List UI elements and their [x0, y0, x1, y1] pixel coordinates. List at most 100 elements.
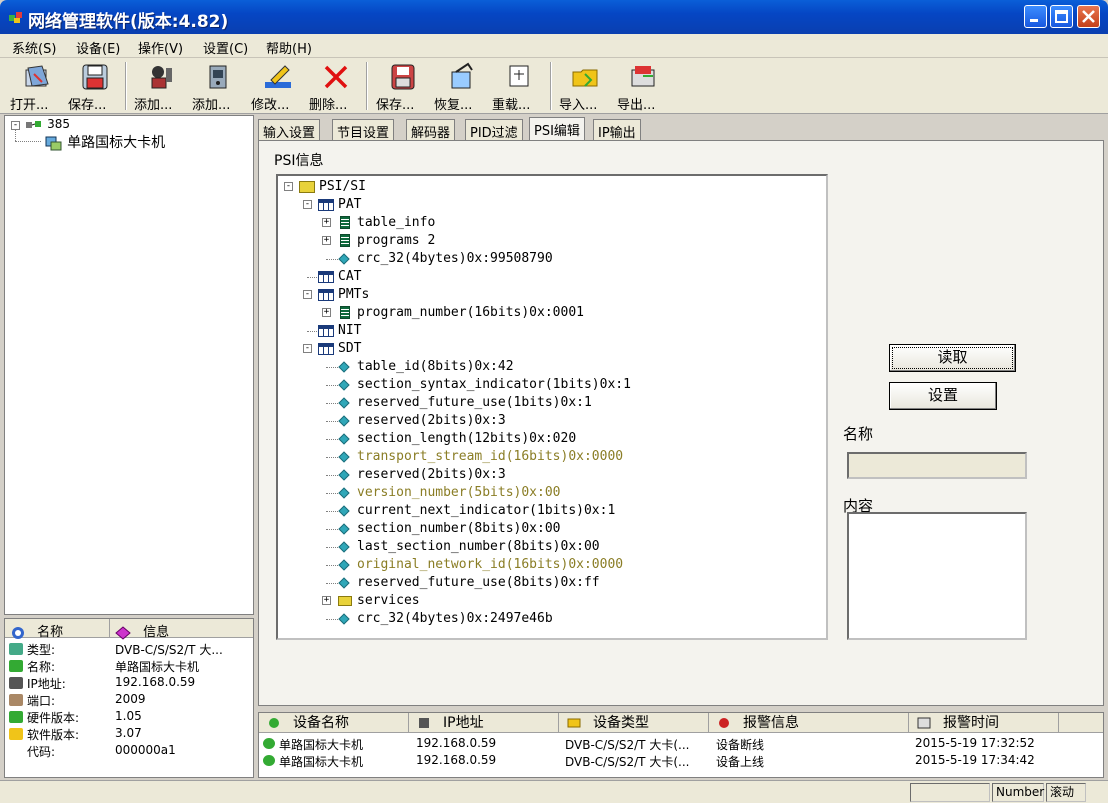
table-icon — [318, 325, 334, 337]
psi-node[interactable]: + programs 2 — [278, 232, 818, 250]
psi-node[interactable]: CAT — [278, 268, 818, 286]
psi-node[interactable]: NIT — [278, 322, 818, 340]
psi-node[interactable]: crc_32(4bytes)0x:2497e46b — [278, 610, 818, 628]
info-key: 软件版本: — [27, 728, 80, 742]
psi-node[interactable]: section_length(12bits)0x:020 — [278, 430, 818, 448]
add-group-button[interactable]: 添加... — [132, 60, 190, 113]
expand-toggle[interactable]: + — [322, 236, 331, 245]
read-button[interactable]: 读取 — [889, 344, 1016, 372]
psi-node[interactable]: current_next_indicator(1bits)0x:1 — [278, 502, 818, 520]
alarm-list[interactable]: 设备名称 IP地址 设备类型 报警信息 报警时间 单路国标大卡机 192.168.… — [258, 712, 1104, 778]
psi-node[interactable]: crc_32(4bytes)0x:99508790 — [278, 250, 818, 268]
psi-node[interactable]: - SDT — [278, 340, 818, 358]
maximize-button[interactable] — [1050, 5, 1073, 28]
psi-node[interactable]: transport_stream_id(16bits)0x:0000 — [278, 448, 818, 466]
open-button[interactable]: 打开... — [8, 60, 66, 113]
psi-node[interactable]: + program_number(16bits)0x:0001 — [278, 304, 818, 322]
psi-node[interactable]: original_network_id(16bits)0x:0000 — [278, 556, 818, 574]
menu-device[interactable]: 设备(E) — [76, 38, 120, 57]
tab-input-settings[interactable]: 输入设置 — [258, 119, 321, 141]
col-device-name[interactable]: 设备名称 — [259, 713, 409, 733]
title-bar[interactable]: 网络管理软件(版本:4.82) — [0, 0, 1108, 34]
alarm-row[interactable]: 单路国标大卡机 192.168.0.59 DVB-C/S/S2/T 大卡(... 设备… — [259, 735, 1103, 752]
folder-icon — [338, 596, 352, 606]
psi-node[interactable]: reserved(2bits)0x:3 — [278, 466, 818, 484]
save-disk-icon — [82, 64, 108, 90]
edit-pencil-icon — [265, 65, 291, 88]
network-icon — [26, 120, 41, 128]
tree-item-device[interactable]: 单路国标大卡机 — [45, 132, 165, 152]
psi-node[interactable]: - PAT — [278, 196, 818, 214]
psi-node[interactable]: section_syntax_indicator(1bits)0x:1 — [278, 376, 818, 394]
table-icon — [318, 199, 334, 211]
info-row: IP地址: 192.168.0.59 — [7, 675, 253, 692]
alarm-cell: 192.168.0.59 — [416, 753, 497, 767]
save-config-button[interactable]: 保存... — [374, 60, 432, 113]
psi-node-label: PMTs — [338, 287, 370, 302]
psi-node[interactable]: last_section_number(8bits)0x:00 — [278, 538, 818, 556]
col-device-type[interactable]: 设备类型 — [559, 713, 709, 733]
col-alarm-info[interactable]: 报警信息 — [709, 713, 909, 733]
expand-toggle[interactable]: + — [322, 596, 331, 605]
name-field[interactable] — [847, 452, 1027, 479]
device-tree[interactable]: - 385 单路国标大卡机 — [4, 115, 254, 615]
psi-node[interactable]: version_number(5bits)0x:00 — [278, 484, 818, 502]
psi-node[interactable]: + services — [278, 592, 818, 610]
tree-root[interactable]: 385 — [25, 117, 70, 132]
tab-program-settings[interactable]: 节目设置 — [332, 119, 395, 141]
add-device-button[interactable]: 添加... — [190, 60, 248, 113]
tree-line — [326, 385, 338, 386]
tab-ip-output[interactable]: IP输出 — [593, 119, 641, 141]
collapse-toggle[interactable]: - — [303, 290, 312, 299]
info-value: 2009 — [115, 692, 146, 706]
expand-toggle[interactable]: + — [322, 308, 331, 317]
collapse-toggle[interactable]: - — [303, 200, 312, 209]
restore-button[interactable]: 恢复... — [432, 60, 490, 113]
content-textarea[interactable] — [847, 512, 1027, 640]
tab-pid-filter[interactable]: PID过滤 — [465, 119, 523, 141]
tab-psi-edit[interactable]: PSI编辑 — [529, 117, 585, 141]
collapse-toggle[interactable]: - — [284, 182, 293, 191]
psi-node-label: SDT — [338, 341, 362, 356]
psi-node[interactable]: reserved_future_use(8bits)0x:ff — [278, 574, 818, 592]
set-button[interactable]: 设置 — [889, 382, 997, 410]
delete-button[interactable]: 删除... — [307, 60, 365, 113]
psi-node[interactable]: - PSI/SI — [278, 178, 818, 196]
psi-node[interactable]: reserved_future_use(1bits)0x:1 — [278, 394, 818, 412]
psi-node[interactable]: + table_info — [278, 214, 818, 232]
tree-line — [326, 403, 338, 404]
col-alarm-time[interactable]: 报警时间 — [909, 713, 1059, 733]
psi-node[interactable]: reserved(2bits)0x:3 — [278, 412, 818, 430]
col-ip[interactable]: IP地址 — [409, 713, 559, 733]
tab-decoder[interactable]: 解码器 — [406, 119, 456, 141]
info-value: 3.07 — [115, 726, 142, 740]
psi-node-label: PAT — [338, 197, 362, 212]
psi-node[interactable]: - PMTs — [278, 286, 818, 304]
tree-collapse-toggle[interactable]: - — [11, 121, 20, 130]
import-folder-icon — [572, 69, 598, 87]
psi-node[interactable]: table_id(8bits)0x:42 — [278, 358, 818, 376]
import-button[interactable]: 导入... — [557, 60, 615, 113]
psi-node-label: version_number(5bits)0x:00 — [357, 485, 561, 500]
save-button[interactable]: 保存... — [66, 60, 124, 113]
psi-node[interactable]: section_number(8bits)0x:00 — [278, 520, 818, 538]
close-button[interactable] — [1077, 5, 1100, 28]
alarm-row[interactable]: 单路国标大卡机 192.168.0.59 DVB-C/S/S2/T 大卡(... 设备… — [259, 752, 1103, 769]
menu-settings[interactable]: 设置(C) — [203, 38, 248, 57]
tree-line — [326, 511, 338, 512]
alarm-cell: 单路国标大卡机 — [279, 738, 364, 752]
edit-button[interactable]: 修改... — [249, 60, 307, 113]
menu-help[interactable]: 帮助(H) — [266, 38, 312, 57]
minimize-button[interactable] — [1024, 5, 1047, 28]
psi-tree[interactable]: - PSI/SI - PAT + table_info + programs 2 crc_32(… — [276, 174, 828, 640]
open-icon — [25, 65, 49, 87]
collapse-toggle[interactable]: - — [303, 344, 312, 353]
expand-toggle[interactable]: + — [322, 218, 331, 227]
menu-operation[interactable]: 操作(V) — [138, 38, 183, 57]
export-button[interactable]: 导出... — [615, 60, 673, 113]
menu-system[interactable]: 系统(S) — [12, 38, 56, 57]
toolbar-separator — [550, 62, 552, 110]
app-icon — [8, 10, 24, 24]
reload-button[interactable]: 重载... — [490, 60, 548, 113]
tree-line — [326, 421, 338, 422]
